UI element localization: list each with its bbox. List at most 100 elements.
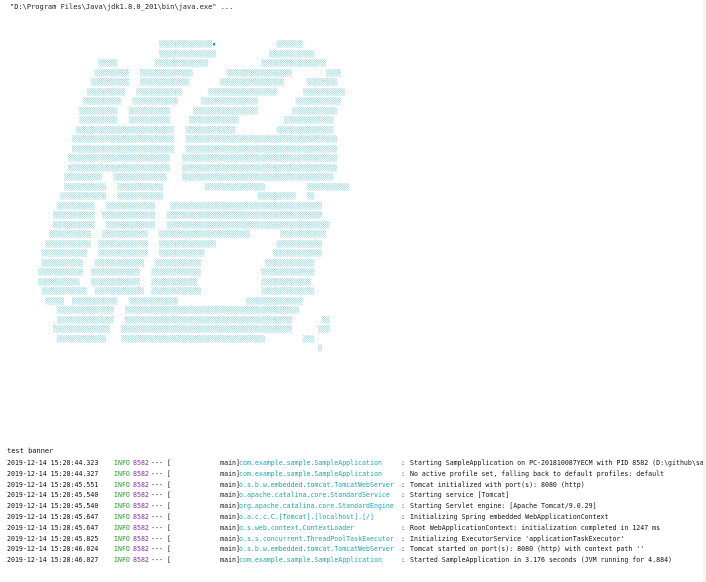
log-pid: 8582 [133,469,149,478]
log-thread: main] [220,502,240,511]
log-colon: : [401,491,405,500]
log-colon: : [401,523,405,532]
log-colon: : [401,459,405,467]
log-logger[interactable]: o.s.web.context.ContextLoader [239,523,354,534]
log-timestamp: 2019-12-14 15:28:45.540 [7,491,99,500]
log-separator: --- [151,545,163,554]
log-separator: --- [151,556,163,565]
log-separator: --- [151,523,163,532]
log-bracket: [ [167,459,171,467]
log-separator: --- [151,534,163,543]
log-pid: 8582 [133,534,149,543]
log-pid: 8582 [133,545,149,554]
log-row: 2019-12-14 15:28:44.327 INFO 8582 --- [ … [7,469,706,480]
log-level: INFO [114,502,130,511]
log-message: Starting SampleApplication on PC-2018100… [410,459,706,467]
log-colon: : [401,512,405,521]
log-message: Initializing Spring embedded WebApplicat… [410,512,609,521]
log-level: INFO [114,469,130,478]
log-row: 2019-12-14 15:28:46.024 INFO 8582 --- [ … [7,544,706,555]
log-bracket: [ [167,491,171,500]
log-timestamp: 2019-12-14 15:28:45.647 [7,512,99,521]
log-timestamp: 2019-12-14 15:28:45.825 [7,534,99,543]
log-pid: 8582 [133,523,149,532]
log-thread: main] [220,523,240,532]
log-message: Tomcat started on port(s): 8080 (http) w… [410,545,645,554]
log-colon: : [401,502,405,511]
log-level: INFO [114,545,130,554]
log-timestamp: 2019-12-14 15:28:45.647 [7,523,99,532]
log-level: INFO [114,523,130,532]
command-line: "D:\Program Files\Java\jdk1.8.0_201\bin\… [10,3,234,11]
log-bracket: [ [167,469,171,478]
log-timestamp: 2019-12-14 15:28:44.327 [7,469,99,478]
log-message: Initializing ExecutorService 'applicatio… [410,534,625,543]
log-timestamp: 2019-12-14 15:28:46.024 [7,545,99,554]
log-separator: --- [151,512,163,521]
ascii-banner: ░░░░░░░░░░░░░░▪ ░░░░░░░ ░░░░░░░░░░░░░░░ … [37,41,349,352]
log-logger[interactable]: com.example.sample.SampleApplication [239,469,382,480]
log-row: 2019-12-14 15:28:45.825 INFO 8582 --- [ … [7,534,706,545]
log-separator: --- [151,491,163,500]
log-message: Tomcat initialized with port(s): 8080 (h… [410,480,585,489]
log-row: 2019-12-14 15:28:45.647 INFO 8582 --- [ … [7,512,706,523]
log-thread: main] [220,469,240,478]
log-separator: --- [151,469,163,478]
log-logger[interactable]: com.example.sample.SampleApplication [239,458,382,469]
console-output[interactable]: "D:\Program Files\Java\jdk1.8.0_201\bin\… [0,0,706,582]
log-logger[interactable]: com.example.sample.SampleApplication [239,555,382,566]
log-row: 2019-12-14 15:28:45.647 INFO 8582 --- [ … [7,523,706,534]
log-thread: main] [220,556,240,565]
log-colon: : [401,545,405,554]
log-thread: main] [220,512,240,521]
log-logger[interactable]: o.s.b.w.embedded.tomcat.TomcatWebServer [239,480,394,491]
log-level: INFO [114,480,130,489]
log-bracket: [ [167,480,171,489]
log-thread: main] [220,491,240,500]
log-logger[interactable]: o.a.c.c.C.[Tomcat].[localhost].[/] [239,512,374,523]
log-pid: 8582 [133,556,149,565]
log-colon: : [401,534,405,543]
log-message: No active profile set, falling back to d… [410,469,665,478]
log-separator: --- [151,480,163,489]
log-bracket: [ [167,545,171,554]
log-logger[interactable]: o.apache.catalina.core.StandardService [239,490,390,501]
log-level: INFO [114,459,130,467]
log-pid: 8582 [133,512,149,521]
log-thread: main] [220,545,240,554]
log-level: INFO [114,556,130,565]
log-colon: : [401,556,405,565]
log-pid: 8582 [133,480,149,489]
log-level: INFO [114,512,130,521]
log-bracket: [ [167,512,171,521]
log-thread: main] [220,534,240,543]
log-timestamp: 2019-12-14 15:28:46.027 [7,556,99,565]
log-colon: : [401,480,405,489]
log-message: Starting service [Tomcat] [410,491,510,500]
log-separator: --- [151,502,163,511]
log-row: 2019-12-14 15:28:46.027 INFO 8582 --- [ … [7,555,706,566]
log-level: INFO [114,534,130,543]
log-row: 2019-12-14 15:28:45.540 INFO 8582 --- [ … [7,501,706,512]
log-message: Starting Servlet engine: [Apache Tomcat/… [410,502,597,511]
log-bracket: [ [167,556,171,565]
log-separator: --- [151,459,163,467]
log-row: 2019-12-14 15:28:44.323 INFO 8582 --- [ … [7,458,706,469]
log-level: INFO [114,491,130,500]
log-logger[interactable]: o.s.b.w.embedded.tomcat.TomcatWebServer [239,544,394,555]
log-bracket: [ [167,523,171,532]
log-message: Started SampleApplication in 3.176 secon… [410,556,673,565]
log-logger[interactable]: o.s.s.concurrent.ThreadPoolTaskExecutor [239,534,394,545]
log-row: 2019-12-14 15:28:45.551 INFO 8582 --- [ … [7,480,706,491]
log-lines: 2019-12-14 15:28:44.323 INFO 8582 --- [ … [7,458,706,566]
log-logger[interactable]: org.apache.catalina.core.StandardEngine [239,501,394,512]
log-thread: main] [220,459,240,467]
log-timestamp: 2019-12-14 15:28:45.551 [7,480,99,489]
log-timestamp: 2019-12-14 15:28:44.323 [7,459,99,467]
log-timestamp: 2019-12-14 15:28:45.540 [7,502,99,511]
log-pid: 8582 [133,459,149,467]
log-message: Root WebApplicationContext: initializati… [410,523,661,532]
log-pid: 8582 [133,491,149,500]
log-bracket: [ [167,534,171,543]
log-colon: : [401,469,405,478]
